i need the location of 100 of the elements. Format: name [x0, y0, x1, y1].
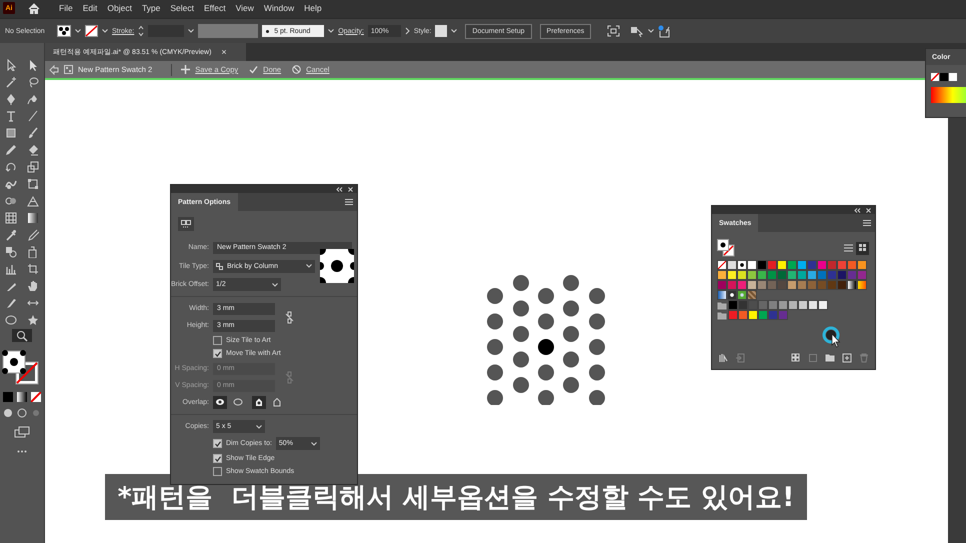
free-transform-icon[interactable]	[27, 178, 39, 190]
color-swatch[interactable]	[717, 280, 727, 290]
knife-icon[interactable]	[5, 296, 17, 308]
color-swatch[interactable]	[777, 270, 787, 280]
curvature-pen-icon[interactable]	[27, 92, 39, 104]
color-swatch[interactable]	[827, 280, 837, 290]
hand-icon[interactable]	[27, 280, 39, 292]
pattern-tile-tool-button[interactable]	[178, 217, 194, 231]
swatch-grid-icon[interactable]	[791, 353, 801, 363]
blank-swatch-icon[interactable]	[949, 73, 957, 81]
checkbox[interactable]	[213, 454, 222, 463]
type-icon[interactable]	[5, 110, 17, 122]
chevron-right-icon[interactable]	[404, 27, 410, 35]
checkbox[interactable]	[213, 467, 222, 476]
color-swatch[interactable]	[777, 280, 787, 290]
rectangle-icon[interactable]	[5, 126, 17, 138]
registration-swatch[interactable]	[727, 260, 737, 270]
color-swatch[interactable]	[788, 300, 798, 310]
cancel-icon[interactable]	[292, 65, 302, 74]
stroke-swatch-icon[interactable]	[85, 25, 98, 37]
checkbox[interactable]	[213, 439, 222, 448]
color-swatch[interactable]	[737, 280, 747, 290]
scale-icon[interactable]	[27, 160, 39, 172]
share-icon[interactable]	[658, 24, 672, 38]
frame-corners-icon[interactable]	[607, 25, 620, 37]
color-swatch[interactable]	[768, 300, 778, 310]
plus-icon[interactable]	[181, 65, 190, 74]
pattern-swatch[interactable]	[727, 290, 737, 300]
pencil-icon[interactable]	[5, 144, 17, 156]
color-swatch[interactable]	[757, 270, 767, 280]
color-swatch[interactable]	[847, 270, 857, 280]
draw-behind-icon[interactable]	[17, 408, 27, 418]
color-swatch[interactable]	[817, 260, 827, 270]
color-swatch[interactable]	[807, 280, 817, 290]
color-swatch[interactable]	[807, 260, 817, 270]
color-swatch[interactable]	[837, 260, 847, 270]
screen-mode-icon[interactable]	[14, 426, 30, 438]
fill-stroke-icon[interactable]	[717, 239, 735, 257]
collapse-icon[interactable]	[854, 208, 861, 212]
grid-view-icon[interactable]	[858, 243, 868, 253]
select-similar-icon[interactable]	[630, 25, 644, 37]
color-swatch[interactable]	[808, 300, 818, 310]
magic-wand-icon[interactable]	[5, 76, 17, 88]
overlap-button[interactable]	[213, 396, 227, 409]
color-swatch[interactable]	[787, 270, 797, 280]
color-swatch[interactable]	[728, 300, 738, 310]
color-swatch[interactable]	[797, 260, 807, 270]
panel-menu-icon[interactable]	[863, 220, 871, 226]
color-swatch[interactable]	[738, 310, 748, 320]
draw-normal-icon[interactable]	[3, 408, 13, 418]
rotate-icon[interactable]	[5, 160, 17, 172]
menu-item[interactable]: Window	[258, 3, 300, 13]
solid-swatch-icon[interactable]	[940, 73, 948, 81]
artboard-icon[interactable]	[27, 262, 39, 274]
arrow-icon[interactable]	[27, 58, 39, 70]
color-swatch[interactable]	[757, 280, 767, 290]
color-swatch[interactable]	[807, 270, 817, 280]
color-swatch[interactable]	[717, 270, 727, 280]
line-icon[interactable]	[27, 110, 39, 122]
none-square-icon[interactable]	[31, 392, 41, 402]
perspective-grid-icon[interactable]	[27, 194, 39, 206]
color-swatch[interactable]	[827, 260, 837, 270]
gradient-icon[interactable]	[27, 212, 39, 224]
color-swatch[interactable]	[748, 300, 758, 310]
symbol-sprayer-icon[interactable]	[27, 246, 39, 258]
color-swatch[interactable]	[827, 270, 837, 280]
back-arrow-icon[interactable]	[49, 64, 59, 74]
check-icon[interactable]	[249, 65, 258, 74]
style-swatch[interactable]	[435, 25, 448, 37]
color-swatch[interactable]	[758, 310, 768, 320]
gradient-swatch[interactable]	[857, 280, 867, 290]
gradient-square-icon[interactable]	[17, 392, 27, 402]
menu-item[interactable]: View	[230, 3, 259, 13]
close-icon[interactable]	[866, 208, 871, 212]
gradient-swatch[interactable]	[717, 290, 727, 300]
variable-width-field[interactable]	[198, 24, 258, 38]
library-icon[interactable]	[719, 353, 729, 363]
unlinked-chain-icon[interactable]	[285, 310, 294, 324]
color-swatch[interactable]	[797, 270, 807, 280]
color-swatch[interactable]	[817, 280, 827, 290]
color-swatch[interactable]	[768, 310, 778, 320]
color-swatch[interactable]	[787, 280, 797, 290]
new-item-icon[interactable]	[842, 353, 852, 363]
checkbox[interactable]	[213, 336, 222, 345]
color-swatch[interactable]	[747, 260, 757, 270]
selection-arrow-icon[interactable]	[5, 58, 17, 70]
color-swatch[interactable]	[798, 300, 808, 310]
zoom-icon[interactable]	[16, 330, 28, 342]
panel-menu-icon[interactable]	[345, 199, 353, 205]
blend-icon[interactable]	[5, 246, 17, 258]
pattern-swatch[interactable]	[737, 290, 747, 300]
color-swatch[interactable]	[777, 260, 787, 270]
fill-swatch-icon[interactable]	[57, 25, 71, 37]
color-swatch[interactable]	[767, 260, 777, 270]
home-icon[interactable]	[28, 2, 40, 14]
collapse-icon[interactable]	[336, 186, 343, 192]
color-swatch[interactable]	[747, 280, 757, 290]
menu-item[interactable]: Effect	[199, 3, 231, 13]
star-icon[interactable]	[27, 314, 39, 326]
color-swatch[interactable]	[748, 310, 758, 320]
